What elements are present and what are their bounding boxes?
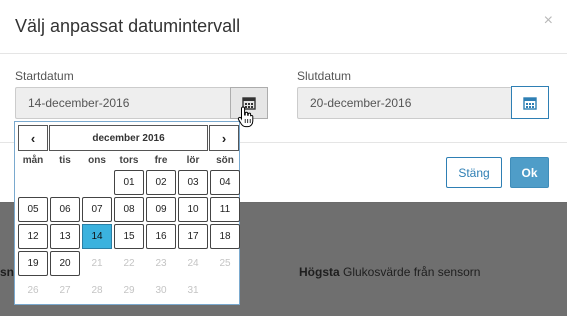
calendar-day[interactable]: 15: [114, 224, 144, 249]
weekday-header: tors: [119, 155, 139, 166]
calendar-day[interactable]: 17: [178, 224, 208, 249]
weekday-header: lör: [186, 155, 200, 166]
calendar-day[interactable]: 04: [210, 170, 240, 195]
calendar-day[interactable]: 07: [82, 197, 112, 222]
calendar-day[interactable]: 19: [18, 251, 48, 276]
calendar-icon: [523, 96, 537, 110]
calendar-day[interactable]: 06: [50, 197, 80, 222]
start-date-label: Startdatum: [15, 69, 74, 83]
datepicker-popup: ‹ december 2016 › mån tis ons tors fre lör sön…: [14, 121, 240, 305]
calendar-day[interactable]: 08: [114, 197, 144, 222]
ok-button[interactable]: Ok: [510, 157, 549, 188]
calendar-day[interactable]: 09: [146, 197, 176, 222]
calendar-day: 21: [91, 258, 103, 269]
calendar-day[interactable]: 03: [178, 170, 208, 195]
calendar-day[interactable]: 10: [178, 197, 208, 222]
datepicker-month-title[interactable]: december 2016: [49, 125, 208, 151]
calendar-day[interactable]: 16: [146, 224, 176, 249]
background-label-rest: Glukosvärde från sensorn: [339, 265, 481, 279]
selected-day[interactable]: 14: [82, 224, 112, 249]
weekday-header: sön: [216, 155, 234, 166]
calendar-day[interactable]: 11: [210, 197, 240, 222]
calendar-day: 26: [27, 285, 39, 296]
weekday-header: mån: [22, 155, 44, 166]
start-date-input[interactable]: 14-december-2016: [15, 87, 231, 119]
calendar-day[interactable]: 01: [114, 170, 144, 195]
calendar-day: 30: [155, 285, 167, 296]
next-month-button[interactable]: ›: [209, 125, 239, 151]
datepicker-header: ‹ december 2016 ›: [18, 125, 239, 151]
calendar-day: 27: [59, 285, 71, 296]
calendar-day: 28: [91, 285, 103, 296]
modal-header: Välj anpassat datumintervall ×: [0, 0, 567, 54]
chevron-right-icon: ›: [221, 130, 227, 146]
background-label-right: Högsta Glukosvärde från sensorn: [299, 265, 480, 279]
hand-pointer-cursor: [237, 106, 254, 128]
end-date-calendar-button[interactable]: [511, 86, 549, 119]
close-icon[interactable]: ×: [544, 12, 553, 30]
calendar-day[interactable]: 13: [50, 224, 80, 249]
weekday-header: fre: [154, 155, 168, 166]
calendar-day: 24: [187, 258, 199, 269]
background-label-bold: Högsta: [299, 265, 340, 279]
end-date-label: Slutdatum: [297, 69, 352, 83]
modal-title: Välj anpassat datumintervall: [15, 16, 241, 36]
end-date-input[interactable]: 20-december-2016: [297, 87, 511, 119]
calendar-day: 29: [123, 285, 135, 296]
calendar-day[interactable]: 02: [146, 170, 176, 195]
weekday-header: ons: [88, 155, 106, 166]
calendar-day: 23: [155, 258, 167, 269]
calendar-day[interactable]: 05: [18, 197, 48, 222]
calendar-day[interactable]: 20: [50, 251, 80, 276]
weekday-header: tis: [59, 155, 71, 166]
calendar-day: 31: [187, 285, 199, 296]
chevron-left-icon: ‹: [30, 130, 36, 146]
close-button[interactable]: Stäng: [446, 157, 502, 188]
calendar-day[interactable]: 12: [18, 224, 48, 249]
prev-month-button[interactable]: ‹: [18, 125, 48, 151]
calendar-day[interactable]: 18: [210, 224, 240, 249]
background-label-left: sn: [0, 265, 15, 279]
calendar-day: 22: [123, 258, 135, 269]
calendar-day: 25: [219, 258, 231, 269]
